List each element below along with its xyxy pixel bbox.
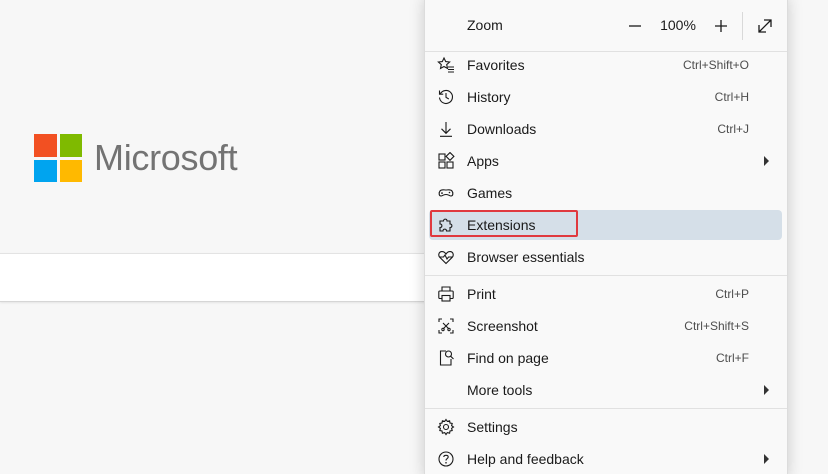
menu-item-label: Print	[467, 286, 496, 302]
menu-item-favorites[interactable]: Favorites Ctrl+Shift+O	[429, 50, 782, 80]
expand-icon	[758, 19, 772, 33]
zoom-label: Zoom	[467, 17, 503, 33]
zoom-value: 100%	[660, 17, 696, 33]
microsoft-wordmark: Microsoft	[94, 137, 238, 178]
menu-item-games[interactable]: Games	[429, 178, 782, 208]
menu-item-find-on-page[interactable]: Find on page Ctrl+F	[429, 343, 782, 373]
zoom-row: Zoom 100%	[425, 6, 787, 46]
menu-item-label: Settings	[467, 419, 518, 435]
find-icon	[439, 350, 454, 366]
menu-item-label: Browser essentials	[467, 249, 585, 265]
settings-menu: Zoom 100% Favorites Ctrl+Shift+O History…	[424, 0, 788, 474]
apps-icon	[438, 152, 455, 169]
menu-item-label: Favorites	[467, 57, 525, 73]
minus-icon	[629, 25, 641, 27]
zoom-separator	[742, 12, 743, 40]
menu-item-screenshot[interactable]: Screenshot Ctrl+Shift+S	[429, 311, 782, 341]
logo-red-square	[34, 134, 57, 157]
logo-yellow-square	[59, 159, 82, 182]
menu-item-label: History	[467, 89, 511, 105]
menu-item-history[interactable]: History Ctrl+H	[429, 82, 782, 112]
menu-item-label: Find on page	[467, 350, 549, 366]
menu-item-label: Games	[467, 185, 513, 201]
menu-item-apps[interactable]: Apps	[429, 146, 782, 176]
menu-item-browser-essentials[interactable]: Browser essentials	[429, 242, 782, 272]
menu-divider	[425, 275, 787, 276]
menu-item-settings[interactable]: Settings	[429, 412, 782, 442]
zoom-out-button[interactable]	[621, 12, 649, 40]
logo-blue-square	[34, 159, 57, 182]
shortcut-label: Ctrl+J	[717, 122, 749, 136]
gear-icon	[437, 418, 455, 436]
help-icon	[438, 451, 454, 467]
shortcut-label: Ctrl+H	[714, 90, 749, 104]
chevron-right-icon	[764, 454, 769, 464]
shortcut-label: Ctrl+Shift+S	[684, 319, 749, 333]
shortcut-label: Ctrl+F	[716, 351, 749, 365]
menu-item-label: Apps	[467, 153, 499, 169]
history-icon	[438, 89, 453, 104]
search-bar[interactable]	[0, 253, 426, 302]
menu-item-print[interactable]: Print Ctrl+P	[429, 279, 782, 309]
menu-item-downloads[interactable]: Downloads Ctrl+J	[429, 114, 782, 144]
menu-item-label: More tools	[467, 382, 533, 398]
shortcut-label: Ctrl+Shift+O	[682, 58, 749, 72]
menu-item-more-tools[interactable]: More tools	[429, 375, 782, 405]
chevron-right-icon	[764, 156, 769, 166]
star-list-icon	[437, 56, 454, 73]
menu-divider	[425, 408, 787, 409]
menu-item-label: Screenshot	[467, 318, 538, 334]
heart-pulse-icon	[438, 251, 454, 265]
games-icon	[438, 189, 454, 197]
plus-icon	[715, 20, 727, 32]
extensions-highlight-outline	[430, 210, 578, 237]
menu-item-label: Downloads	[467, 121, 537, 137]
printer-icon	[438, 286, 454, 302]
shortcut-label: Ctrl+P	[715, 287, 749, 301]
microsoft-logo	[34, 134, 82, 182]
menu-item-help-feedback[interactable]: Help and feedback	[429, 444, 782, 474]
menu-item-label: Help and feedback	[467, 451, 584, 467]
screenshot-icon	[438, 318, 454, 334]
logo-green-square	[59, 134, 82, 157]
chevron-right-icon	[764, 385, 769, 395]
zoom-in-button[interactable]	[707, 12, 735, 40]
download-icon	[440, 122, 452, 137]
fullscreen-button[interactable]	[751, 12, 779, 40]
